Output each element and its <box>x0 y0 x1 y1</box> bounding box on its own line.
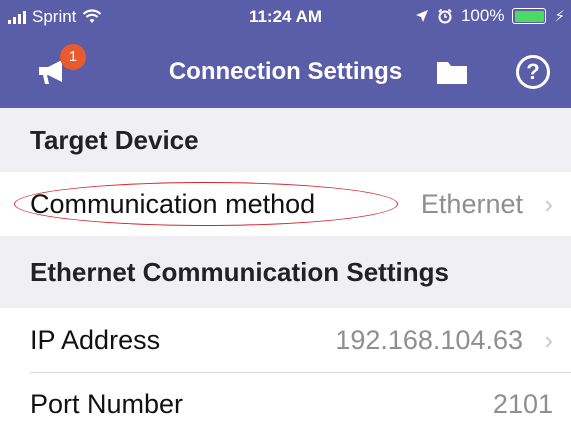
help-icon[interactable]: ? <box>516 55 550 89</box>
section-header-ethernet: Ethernet Communication Settings <box>0 236 571 308</box>
status-bar: Sprint 11:24 AM 100% ⚡ <box>0 0 571 34</box>
battery-percent: 100% <box>460 6 505 25</box>
communication-method-value: Ethernet <box>420 189 523 219</box>
section-title: Ethernet Communication Settings <box>30 257 449 287</box>
charging-icon: ⚡ <box>554 8 565 25</box>
battery-icon <box>512 8 547 24</box>
chevron-right-icon: › <box>544 325 553 355</box>
section-title: Target Device <box>30 125 199 155</box>
ip-address-value: 192.168.104.63 <box>335 325 523 355</box>
ip-address-label: IP Address <box>30 325 161 355</box>
app-header: Sprint 11:24 AM 100% ⚡ 1 Connection Sett… <box>0 0 571 108</box>
navigation-bar: 1 Connection Settings ? <box>0 34 571 108</box>
port-number-value: 2101 <box>492 389 553 419</box>
ip-address-row[interactable]: IP Address 192.168.104.63 › <box>0 308 571 372</box>
section-header-target-device: Target Device <box>0 108 571 172</box>
location-icon <box>415 10 428 22</box>
alarm-icon <box>438 8 452 24</box>
chevron-right-icon: › <box>544 189 553 219</box>
communication-method-row[interactable]: Communication method Ethernet › <box>0 172 571 236</box>
communication-method-label: Communication method <box>30 189 316 219</box>
page-title: Connection Settings <box>168 58 403 85</box>
folder-icon[interactable] <box>436 58 468 86</box>
status-right: 100% ⚡ <box>415 6 565 26</box>
port-number-row[interactable]: Port Number 2101 <box>0 373 571 435</box>
port-number-label: Port Number <box>30 389 184 419</box>
